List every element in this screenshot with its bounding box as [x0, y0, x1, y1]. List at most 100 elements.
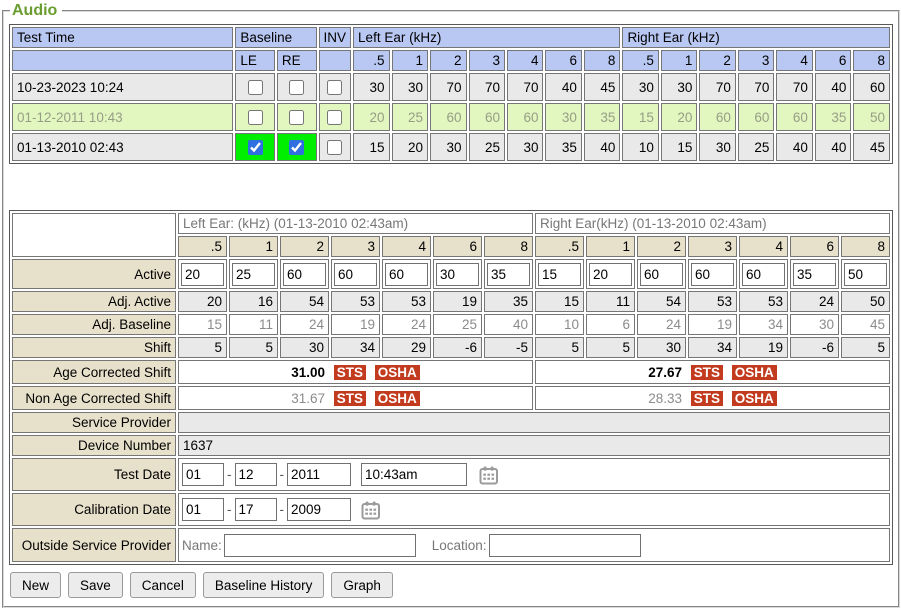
test-date-row: Test Date --: [12, 458, 890, 491]
left-threshold-cell: 30: [353, 73, 389, 101]
calendar-icon[interactable]: [479, 466, 499, 485]
active-threshold-input[interactable]: [844, 263, 887, 286]
left-threshold-cell: 60: [469, 103, 505, 131]
adj-active-cell: 54: [637, 291, 686, 312]
active-threshold-input[interactable]: [640, 263, 683, 286]
device-number-value: 1637: [178, 435, 890, 456]
active-threshold-input[interactable]: [385, 263, 428, 286]
active-threshold-input[interactable]: [793, 263, 836, 286]
active-value-cell: [433, 259, 482, 289]
baseline-re-checkbox[interactable]: [289, 140, 304, 155]
left-threshold-cell: 20: [353, 103, 389, 131]
right-threshold-cell: 70: [738, 73, 774, 101]
baseline-le-checkbox[interactable]: [248, 140, 263, 155]
sts-badge: STS: [334, 391, 366, 406]
baseline-re-checkbox[interactable]: [289, 110, 304, 125]
shift-cell: -6: [433, 337, 482, 358]
active-threshold-input[interactable]: [334, 263, 377, 286]
service-provider-row: Service Provider: [12, 412, 890, 433]
left-threshold-cell: 30: [507, 133, 543, 161]
right-threshold-cell: 30: [622, 73, 658, 101]
inv-checkbox[interactable]: [327, 140, 342, 155]
freq-header-cell: 1: [661, 50, 697, 71]
adj-active-cell: 24: [790, 291, 839, 312]
provider-location-input[interactable]: [489, 534, 641, 557]
adj-baseline-cell: 34: [739, 314, 788, 335]
date-separator: -: [227, 502, 232, 517]
provider-name-input[interactable]: [224, 534, 416, 557]
test-date-month-input[interactable]: [182, 463, 224, 486]
adj-baseline-cell: 24: [382, 314, 431, 335]
device-number-row: Device Number 1637: [12, 435, 890, 456]
left-threshold-cell: 70: [430, 73, 466, 101]
save-button[interactable]: Save: [68, 572, 123, 598]
active-threshold-input[interactable]: [538, 263, 581, 286]
adj-baseline-cell: 19: [331, 314, 380, 335]
new-button[interactable]: New: [10, 572, 61, 598]
freq-header-cell: 2: [280, 236, 329, 257]
non-age-corrected-left-cell: 31.67 STS OSHA: [178, 386, 533, 410]
age-corrected-shift-row: Age Corrected Shift 31.00 STS OSHA 27.67…: [12, 360, 890, 384]
baseline-le-cell: [235, 73, 275, 101]
freq-header-cell: 4: [739, 236, 788, 257]
right-threshold-cell: 35: [815, 103, 851, 131]
inv-checkbox[interactable]: [327, 110, 342, 125]
active-threshold-input[interactable]: [232, 263, 275, 286]
graph-button[interactable]: Graph: [331, 572, 393, 598]
adj-active-cell: 20: [178, 291, 227, 312]
baseline-le-cell: [235, 103, 275, 131]
adj-baseline-cell: 45: [841, 314, 890, 335]
inv-checkbox[interactable]: [327, 80, 342, 95]
active-value-cell: [841, 259, 890, 289]
calibration-month-input[interactable]: [182, 498, 224, 521]
active-threshold-input[interactable]: [181, 263, 224, 286]
shift-value: 31.67: [291, 391, 325, 406]
baseline-re-checkbox[interactable]: [289, 80, 304, 95]
calibration-date-inputs: --: [178, 493, 890, 526]
col-le: LE: [235, 50, 275, 71]
active-threshold-input[interactable]: [691, 263, 734, 286]
baseline-history-button[interactable]: Baseline History: [203, 572, 325, 598]
freq-header-cell: 6: [815, 50, 851, 71]
right-threshold-cell: 60: [699, 103, 735, 131]
date-separator: -: [280, 467, 285, 482]
col-right-ear: Right Ear (kHz): [622, 27, 890, 48]
right-threshold-cell: 10: [622, 133, 658, 161]
col-re: RE: [277, 50, 317, 71]
calibration-year-input[interactable]: [287, 498, 351, 521]
active-threshold-input[interactable]: [436, 263, 479, 286]
shift-row: Shift 55303429-6-5 55303419-65: [12, 337, 890, 358]
adj-baseline-cell: 10: [535, 314, 584, 335]
row-label: Calibration Date: [12, 493, 176, 526]
adj-active-cell: 50: [841, 291, 890, 312]
test-date-inputs: --: [178, 458, 890, 491]
calendar-icon[interactable]: [361, 501, 381, 520]
freq-header-cell: 2: [430, 50, 466, 71]
name-label: Name:: [182, 538, 222, 553]
test-date-day-input[interactable]: [235, 463, 277, 486]
shift-cell: 5: [535, 337, 584, 358]
baseline-le-checkbox[interactable]: [248, 80, 263, 95]
baseline-le-checkbox[interactable]: [248, 110, 263, 125]
active-threshold-input[interactable]: [283, 263, 326, 286]
cancel-button[interactable]: Cancel: [130, 572, 196, 598]
ear-header-row: Left Ear: (kHz) (01-13-2010 02:43am) Rig…: [12, 213, 890, 234]
row-label: Active: [12, 259, 176, 289]
right-threshold-cell: 70: [776, 73, 812, 101]
test-time-input[interactable]: [361, 463, 467, 486]
test-date-year-input[interactable]: [287, 463, 351, 486]
service-provider-value: [178, 412, 890, 433]
active-threshold-input[interactable]: [487, 263, 530, 286]
right-threshold-cell: 45: [853, 133, 890, 161]
adj-baseline-cell: 40: [484, 314, 533, 335]
calibration-day-input[interactable]: [235, 498, 277, 521]
right-threshold-cell: 15: [622, 103, 658, 131]
col-left-ear: Left Ear (kHz): [353, 27, 620, 48]
right-threshold-cell: 30: [699, 133, 735, 161]
active-threshold-input[interactable]: [589, 263, 632, 286]
active-value-cell: [790, 259, 839, 289]
active-threshold-input[interactable]: [742, 263, 785, 286]
right-threshold-cell: 40: [776, 133, 812, 161]
test-time-cell: 01-13-2010 02:43: [12, 133, 233, 161]
active-value-cell: [331, 259, 380, 289]
